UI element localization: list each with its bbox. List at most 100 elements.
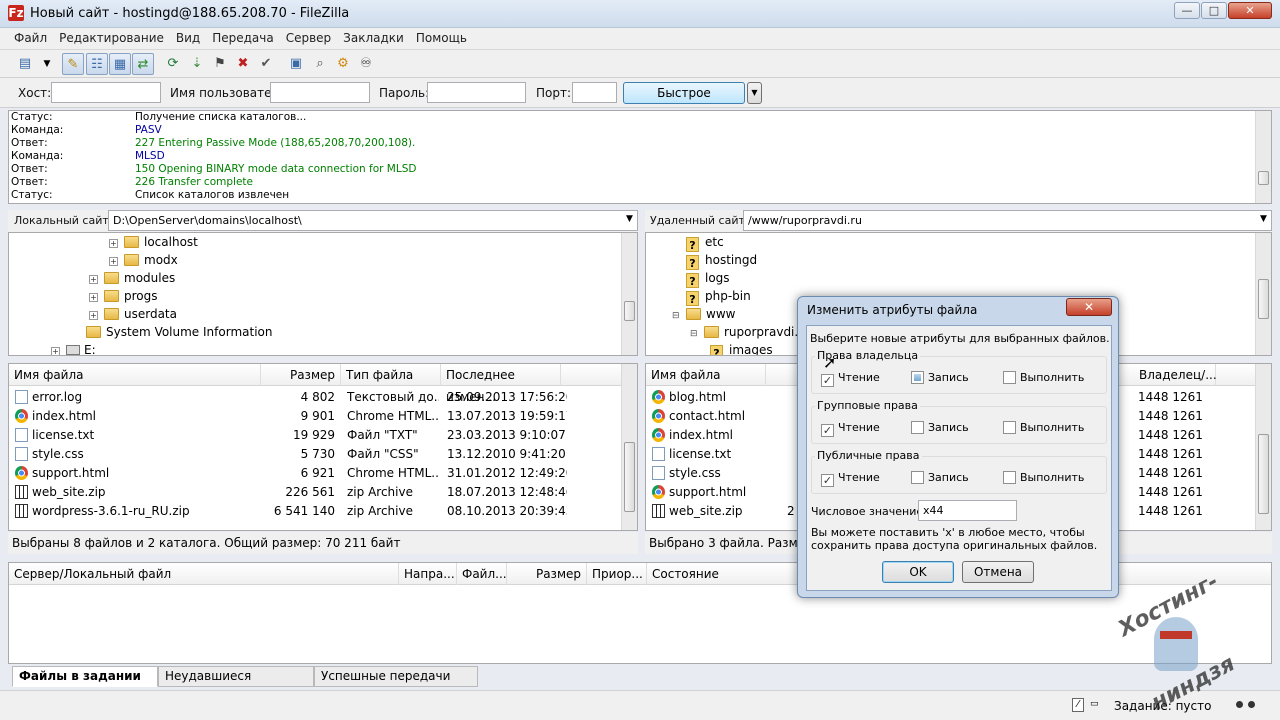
filter-icon[interactable]: ⚑ bbox=[209, 53, 231, 75]
host-input[interactable] bbox=[51, 82, 161, 103]
menu-file[interactable]: Файл bbox=[8, 28, 53, 48]
local-site-path-input[interactable]: D:\OpenServer\domains\localhost\ bbox=[108, 210, 638, 231]
log-scroll-thumb[interactable] bbox=[1258, 171, 1269, 185]
remote-tree-scroll-thumb[interactable] bbox=[1258, 279, 1269, 319]
perm-write-checkbox[interactable]: Запись bbox=[911, 421, 969, 434]
local-file-row[interactable]: support.html 6 921 Chrome HTML... 31.01.201… bbox=[9, 464, 621, 483]
remote-tree-item[interactable]: ? etc bbox=[686, 233, 724, 252]
checkbox-box[interactable] bbox=[911, 471, 924, 484]
tree-expand-icon[interactable]: + bbox=[89, 293, 98, 302]
reconnect-icon[interactable]: ▣ bbox=[285, 53, 307, 75]
process-queue-icon[interactable]: ⇣ bbox=[186, 53, 208, 75]
close-button[interactable]: ✕ bbox=[1228, 2, 1272, 19]
checkbox-box[interactable]: ✓ bbox=[821, 374, 834, 387]
perm-exec-checkbox[interactable]: Выполнить bbox=[1003, 421, 1084, 434]
log-scrollbar[interactable] bbox=[1255, 111, 1271, 203]
local-col-type[interactable]: Тип файла bbox=[341, 364, 441, 386]
menu-server[interactable]: Сервер bbox=[280, 28, 337, 48]
tab-successful-transfers[interactable]: Успешные передачи bbox=[314, 666, 478, 687]
remote-files-scroll-thumb[interactable] bbox=[1258, 434, 1269, 514]
queue-col-file[interactable]: Сервер/Локальный файл bbox=[9, 563, 399, 585]
local-file-row[interactable]: web_site.zip 226 561 zip Archive 18.07.2013… bbox=[9, 483, 621, 502]
remote-col-name[interactable]: Имя файла bbox=[646, 364, 766, 386]
cancel-button[interactable]: Отмена bbox=[962, 561, 1034, 583]
local-col-name[interactable]: Имя файла bbox=[9, 364, 261, 386]
local-file-row[interactable]: style.css 5 730 Файл "CSS" 13.12.2010 9:41:… bbox=[9, 445, 621, 464]
local-tree-scrollbar[interactable] bbox=[621, 233, 637, 355]
local-files-scroll-thumb[interactable] bbox=[624, 442, 635, 512]
menu-bookmarks[interactable]: Закладки bbox=[337, 28, 410, 48]
cancel-operation-icon[interactable]: ✖ bbox=[232, 53, 254, 75]
perm-read-checkbox[interactable]: ✓ Чтение bbox=[821, 421, 880, 437]
local-tree-item[interactable]: + E: bbox=[51, 341, 96, 355]
local-file-row[interactable]: license.txt 19 929 Файл "TXT" 23.03.2013 9:… bbox=[9, 426, 621, 445]
refresh-icon[interactable]: ⟳ bbox=[162, 53, 184, 75]
remote-tree-item[interactable]: ? logs bbox=[686, 269, 730, 288]
local-tree-scroll-thumb[interactable] bbox=[624, 301, 635, 321]
disconnect-icon[interactable]: ✔ bbox=[255, 53, 277, 75]
local-tree-item[interactable]: + modx bbox=[109, 251, 178, 269]
remote-files-scrollbar[interactable] bbox=[1255, 364, 1271, 530]
menu-edit[interactable]: Редактирование bbox=[53, 28, 170, 48]
maximize-button[interactable]: □ bbox=[1201, 2, 1227, 19]
remote-tree-item[interactable]: ⊟ www bbox=[672, 305, 735, 323]
local-file-row[interactable]: index.html 9 901 Chrome HTML... 13.07.2013 … bbox=[9, 407, 621, 426]
tree-expand-icon[interactable]: + bbox=[109, 257, 118, 266]
numeric-value-input[interactable]: x44 bbox=[918, 500, 1017, 521]
tab-queued-files[interactable]: Файлы в задании bbox=[12, 666, 158, 687]
menu-help[interactable]: Помощь bbox=[410, 28, 473, 48]
checkbox-box[interactable]: ✓ bbox=[821, 424, 834, 437]
dialog-close-button[interactable]: ✕ bbox=[1066, 298, 1112, 316]
tree-expand-icon[interactable]: + bbox=[51, 347, 60, 355]
queue-col-remote-file[interactable]: Файл... bbox=[457, 563, 507, 585]
checkbox-box[interactable] bbox=[911, 421, 924, 434]
remote-tree-item[interactable]: ⊟ ruporpravdi.ru bbox=[690, 323, 811, 341]
tree-expand-icon[interactable]: + bbox=[89, 311, 98, 320]
remote-site-path-input[interactable]: /www/ruporpravdi.ru bbox=[743, 210, 1272, 231]
local-tree-item[interactable]: + localhost bbox=[109, 233, 198, 251]
remote-tree-scrollbar[interactable] bbox=[1255, 233, 1271, 355]
local-tree-item[interactable]: + progs bbox=[89, 287, 158, 305]
username-input[interactable] bbox=[270, 82, 370, 103]
perm-read-checkbox[interactable]: ✓ Чтение bbox=[821, 371, 880, 387]
checkbox-box[interactable]: ✓ bbox=[821, 474, 834, 487]
password-input[interactable] bbox=[427, 82, 526, 103]
menu-view[interactable]: Вид bbox=[170, 28, 206, 48]
tree-expand-icon[interactable]: + bbox=[89, 275, 98, 284]
tree-collapse-icon[interactable]: ⊟ bbox=[672, 307, 686, 325]
local-file-row[interactable]: wordpress-3.6.1-ru_RU.zip 6 541 140 zip Ar… bbox=[9, 502, 621, 521]
local-col-size[interactable]: Размер bbox=[261, 364, 341, 386]
minimize-button[interactable]: — bbox=[1174, 2, 1200, 19]
remote-tree-item[interactable]: ? php-bin bbox=[686, 287, 751, 306]
tab-failed-transfers[interactable]: Неудавшиеся передачи bbox=[158, 666, 314, 702]
port-input[interactable] bbox=[572, 82, 617, 103]
search-files-icon[interactable]: ♾ bbox=[355, 53, 377, 75]
tree-expand-icon[interactable]: + bbox=[109, 239, 118, 248]
local-tree-toggle-icon[interactable]: ☷ bbox=[86, 53, 108, 75]
perm-read-checkbox[interactable]: ✓ Чтение bbox=[821, 471, 880, 487]
sync-browsing-icon[interactable]: ⚙ bbox=[332, 53, 354, 75]
tree-collapse-icon[interactable]: ⊟ bbox=[690, 325, 704, 343]
local-site-dropdown-icon[interactable]: ▼ bbox=[626, 214, 633, 224]
quickconnect-dropdown-icon[interactable]: ▼ bbox=[747, 82, 762, 104]
remote-tree-toggle-icon[interactable]: ▦ bbox=[109, 53, 131, 75]
directory-comparison-icon[interactable]: ⌕ bbox=[309, 53, 331, 75]
remote-col-owner[interactable]: Владелец/... bbox=[1134, 364, 1217, 386]
local-col-modified[interactable]: Последнее измен... bbox=[441, 364, 561, 404]
perm-write-checkbox[interactable]: Запись bbox=[911, 371, 969, 384]
local-files-scrollbar[interactable] bbox=[621, 364, 637, 530]
local-tree-item[interactable]: System Volume Information bbox=[71, 323, 272, 341]
perm-write-checkbox[interactable]: Запись bbox=[911, 471, 969, 484]
queue-col-direction[interactable]: Напра... bbox=[399, 563, 457, 585]
perm-exec-checkbox[interactable]: Выполнить bbox=[1003, 471, 1084, 484]
checkbox-box[interactable] bbox=[1003, 371, 1016, 384]
checkbox-box[interactable] bbox=[1003, 471, 1016, 484]
checkbox-box[interactable] bbox=[911, 371, 924, 384]
queue-col-priority[interactable]: Приор... bbox=[587, 563, 647, 585]
remote-tree-item[interactable]: ? hostingd bbox=[686, 251, 757, 270]
remote-tree-item[interactable]: ? images bbox=[710, 341, 773, 355]
site-manager-icon[interactable]: ▤ bbox=[14, 53, 36, 75]
site-manager-dropdown-icon[interactable]: ▼ bbox=[36, 53, 58, 75]
quickconnect-button[interactable]: Быстрое соединение bbox=[623, 82, 745, 120]
transfer-queue-toggle-icon[interactable]: ⇄ bbox=[132, 53, 154, 75]
